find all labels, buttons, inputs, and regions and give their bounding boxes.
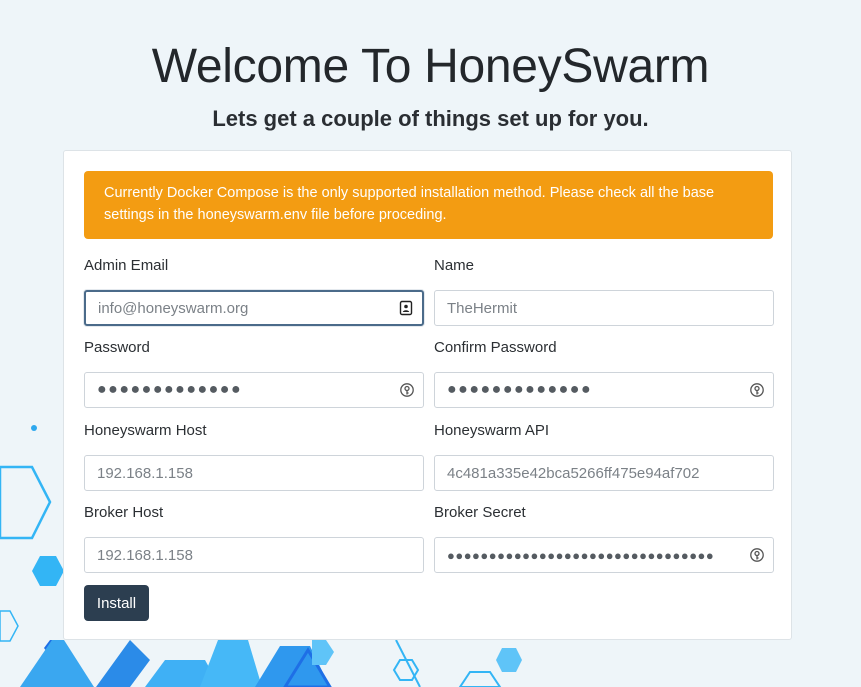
background-hexagon	[496, 648, 522, 672]
background-dot	[31, 425, 37, 431]
broker-secret-field[interactable]	[435, 538, 773, 572]
install-button[interactable]: Install	[84, 585, 149, 621]
setup-form-card: Currently Docker Compose is the only sup…	[63, 150, 792, 640]
admin-email-field[interactable]	[86, 292, 422, 324]
honeyswarm-api-field[interactable]	[435, 456, 773, 490]
page-subtitle: Lets get a couple of things set up for y…	[212, 106, 649, 131]
key-icon[interactable]	[399, 382, 415, 398]
admin-email-wrapper	[84, 290, 424, 326]
honeyswarm-host-wrapper	[84, 455, 424, 491]
broker-secret-group: Broker Secret	[434, 503, 774, 573]
background-hexagon	[32, 556, 64, 586]
honeyswarm-host-label: Honeyswarm Host	[84, 422, 207, 439]
admin-email-group: Admin Email	[84, 256, 424, 326]
name-wrapper	[434, 290, 774, 326]
background-hexagon	[96, 640, 150, 687]
background-hexagon	[20, 640, 94, 687]
confirm-password-wrapper	[434, 372, 774, 408]
background-hexagon	[312, 640, 334, 665]
background-hexagon	[458, 671, 502, 687]
honeyswarm-host-group: Honeyswarm Host	[84, 421, 424, 491]
password-group: Password	[84, 338, 424, 408]
password-field[interactable]	[85, 373, 423, 407]
background-hexagon	[200, 640, 262, 687]
broker-host-wrapper	[84, 537, 424, 573]
key-icon[interactable]	[749, 382, 765, 398]
page-title: Welcome To HoneySwarm	[151, 40, 710, 93]
confirm-password-label: Confirm Password	[434, 339, 557, 356]
honeyswarm-api-wrapper	[434, 455, 774, 491]
broker-host-group: Broker Host	[84, 503, 424, 573]
contact-card-icon[interactable]	[398, 300, 414, 316]
name-label: Name	[434, 257, 475, 274]
honeyswarm-host-field[interactable]	[85, 456, 423, 490]
broker-secret-wrapper	[434, 537, 774, 573]
broker-secret-label: Broker Secret	[434, 504, 526, 521]
confirm-password-field[interactable]	[435, 373, 773, 407]
broker-host-label: Broker Host	[84, 504, 164, 521]
background-hexagon	[0, 610, 19, 642]
honeyswarm-api-label: Honeyswarm API	[434, 422, 550, 439]
password-label: Password	[84, 339, 150, 356]
admin-email-label: Admin Email	[84, 257, 169, 274]
name-group: Name	[434, 256, 774, 326]
broker-host-field[interactable]	[85, 538, 423, 572]
password-wrapper	[84, 372, 424, 408]
warning-alert: Currently Docker Compose is the only sup…	[84, 171, 773, 239]
key-icon[interactable]	[749, 547, 765, 563]
name-field[interactable]	[435, 291, 773, 325]
confirm-password-group: Confirm Password	[434, 338, 774, 408]
background-hexagon	[0, 465, 52, 540]
honeyswarm-api-group: Honeyswarm API	[434, 421, 774, 491]
